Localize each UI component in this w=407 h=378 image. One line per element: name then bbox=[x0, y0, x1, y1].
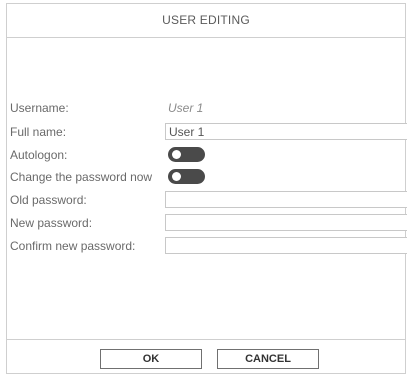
username-label: Username: bbox=[10, 101, 69, 115]
confirm-password-label: Confirm new password: bbox=[10, 239, 136, 253]
toggle-knob bbox=[172, 172, 181, 181]
new-password-label: New password: bbox=[10, 216, 93, 230]
ok-button[interactable]: OK bbox=[100, 349, 202, 369]
footer-divider bbox=[7, 339, 405, 340]
change-password-label: Change the password now bbox=[10, 170, 153, 184]
change-password-toggle[interactable] bbox=[168, 169, 205, 184]
fullname-input[interactable] bbox=[165, 123, 407, 140]
username-value: User 1 bbox=[168, 101, 204, 115]
new-password-input[interactable] bbox=[165, 214, 407, 231]
cancel-button[interactable]: CANCEL bbox=[217, 349, 319, 369]
old-password-label: Old password: bbox=[10, 193, 87, 207]
old-password-input[interactable] bbox=[165, 191, 407, 208]
user-editing-dialog: USER EDITING Username: User 1 Full name:… bbox=[6, 3, 407, 374]
autologon-toggle[interactable] bbox=[168, 147, 205, 162]
autologon-label: Autologon: bbox=[10, 148, 68, 162]
fullname-label: Full name: bbox=[10, 125, 67, 139]
dialog-title: USER EDITING bbox=[7, 4, 405, 38]
confirm-password-input[interactable] bbox=[165, 237, 407, 254]
toggle-knob bbox=[172, 150, 181, 159]
